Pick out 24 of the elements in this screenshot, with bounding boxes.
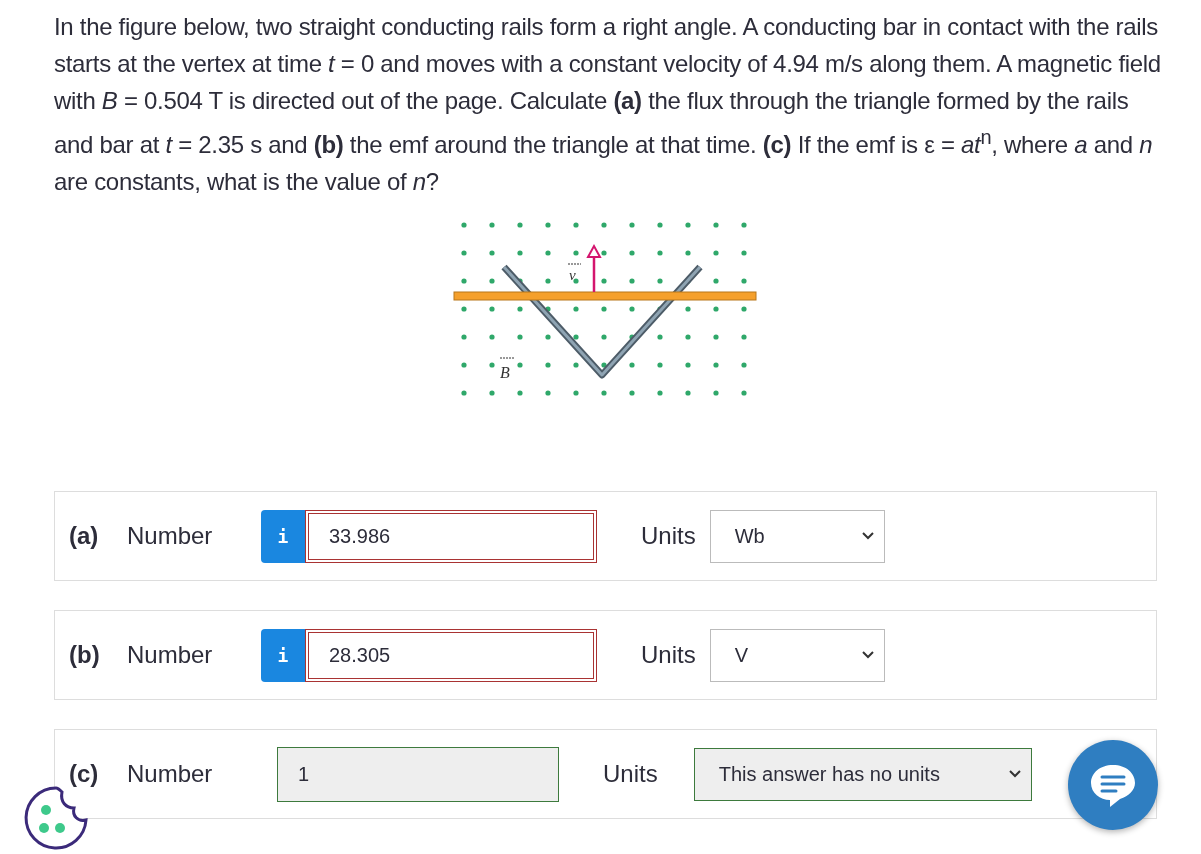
number-label: Number — [127, 522, 214, 550]
units-dropdown[interactable]: V — [709, 628, 885, 682]
part-label: (b) — [69, 641, 101, 669]
number-label: Number — [127, 641, 214, 669]
caret-icon — [861, 651, 874, 659]
chat-button[interactable] — [1068, 740, 1158, 830]
velocity-arrow — [586, 243, 602, 292]
units-dropdown[interactable]: Wb — [709, 509, 885, 563]
number-input[interactable]: 33.986 — [305, 509, 597, 563]
number-input[interactable]: 28.305 — [305, 628, 597, 682]
info-button[interactable]: i — [261, 628, 305, 682]
units-label: Units — [641, 641, 696, 669]
part-label: (a) — [69, 522, 100, 550]
caret-icon — [1008, 770, 1021, 778]
velocity-label: v — [567, 263, 582, 283]
units-label: Units — [603, 760, 658, 788]
question-text: In the figure below, two straight conducting rails form a right angle. A conducting bar in contact with the rails starts at the vertex at time t = 0 and moves with a constant velocity of 4.94 m/s along them. A magnetic field with B = 0.504 T is directed out of the page. Calculate (a) the flux through the triangle formed by the rails and bar at t = 2.35 s and (b) the emf around the triangle at that time. (c) If the emf is ε = at$^{n}$, where a and n are constants, what is the value of n? — [54, 12, 1162, 197]
speech-bubble-icon — [1088, 762, 1138, 808]
caret-icon — [861, 532, 874, 540]
number-label: Number — [127, 760, 214, 788]
part-label: (c) — [69, 760, 100, 788]
field-label: B — [499, 357, 515, 381]
units-label: Units — [641, 522, 696, 550]
info-button[interactable]: i — [261, 509, 305, 563]
